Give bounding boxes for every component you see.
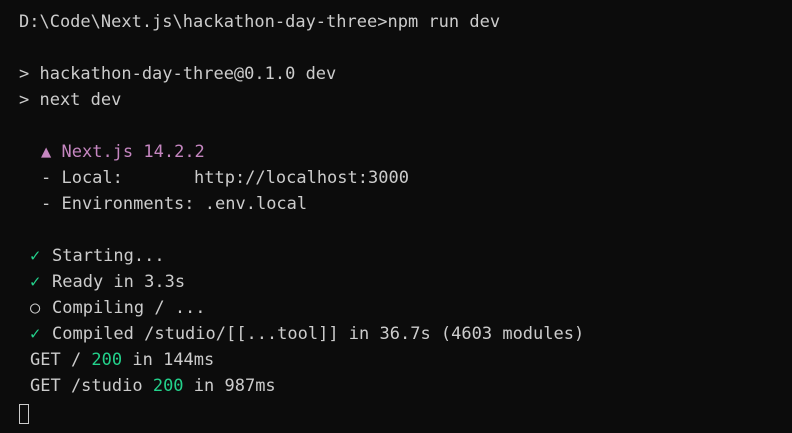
local-url: http://localhost:3000 xyxy=(194,168,409,188)
env-label: - Environments: xyxy=(41,194,195,214)
status-code: 200 xyxy=(152,376,184,396)
check-icon: ✓ xyxy=(30,246,41,266)
status-code: 200 xyxy=(91,350,123,370)
text-cursor[interactable] xyxy=(19,403,29,424)
compiled-line: ✓ Compiled /studio/[[...tool]] in 36.7s (… xyxy=(19,321,792,347)
starting-line: ✓ Starting... xyxy=(19,243,792,269)
request-time: in 144ms xyxy=(122,350,215,370)
circle-icon: ○ xyxy=(30,298,41,318)
nextjs-version-line: ▲ Next.js 14.2.2 xyxy=(19,139,792,165)
nextjs-version: Next.js 14.2.2 xyxy=(61,142,205,162)
compiled-text: Compiled /studio/[[...tool]] in 36.7s (4… xyxy=(52,324,585,344)
env-line: - Environments: .env.local xyxy=(19,191,792,217)
check-icon: ✓ xyxy=(30,324,41,344)
starting-text: Starting... xyxy=(52,246,165,266)
local-line: - Local: http://localhost:3000 xyxy=(19,165,792,191)
script-line-1: > hackathon-day-three@0.1.0 dev xyxy=(19,64,337,84)
ready-text: Ready in 3.3s xyxy=(52,272,186,292)
request-line-1: GET / 200 in 144ms xyxy=(19,347,792,373)
cursor-line xyxy=(19,399,792,425)
terminal-window[interactable]: D:\Code\Next.js\hackathon-day-three>npm … xyxy=(0,0,792,433)
script-line-2: > next dev xyxy=(19,90,122,110)
triangle-icon: ▲ xyxy=(41,142,52,162)
local-label: - Local: xyxy=(41,168,123,188)
request-time: in 987ms xyxy=(183,376,276,396)
check-icon: ✓ xyxy=(30,272,41,292)
compiling-text: Compiling / ... xyxy=(52,298,206,318)
command-text: npm run dev xyxy=(387,12,501,32)
ready-line: ✓ Ready in 3.3s xyxy=(19,269,792,295)
command-line: D:\Code\Next.js\hackathon-day-three>npm … xyxy=(19,9,792,35)
request-method-path: GET /studio xyxy=(30,376,153,396)
compiling-line: ○ Compiling / ... xyxy=(19,295,792,321)
env-value: .env.local xyxy=(204,194,308,214)
request-line-2: GET /studio 200 in 987ms xyxy=(19,373,792,399)
prompt-path: D:\Code\Next.js\hackathon-day-three> xyxy=(19,12,388,32)
request-method-path: GET / xyxy=(30,350,92,370)
